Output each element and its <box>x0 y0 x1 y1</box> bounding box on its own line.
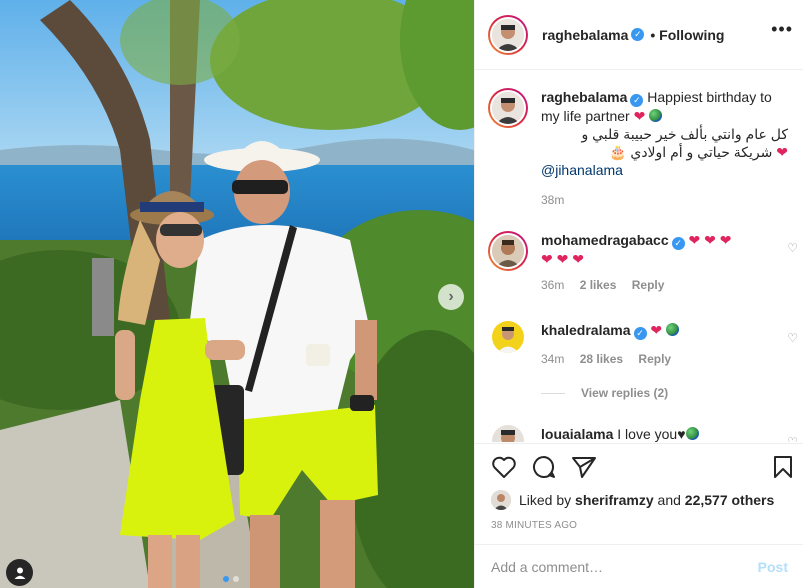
bookmark-icon[interactable] <box>771 455 795 479</box>
comment-hearts-line-2: ❤ ❤ ❤ <box>541 251 584 267</box>
comment-meta: 34m 28 likes Reply <box>541 352 788 366</box>
comment-like-heart-icon[interactable]: ♡ <box>787 435 798 442</box>
comment-reply-button[interactable]: Reply <box>632 278 665 292</box>
caption-time: 38m <box>541 193 565 207</box>
comment-item: mohamedragabacc ✓ ❤ ❤ ❤ ❤ ❤ ❤ 36m 2 likes… <box>488 231 798 292</box>
post-action-bar <box>475 443 803 491</box>
comment-username[interactable]: louaialama <box>541 426 613 442</box>
caption-meta: 38m <box>541 193 788 207</box>
commenter-avatar[interactable] <box>492 425 524 442</box>
carousel-dot <box>233 576 239 582</box>
post-photo[interactable]: › <box>0 0 474 588</box>
carousel-dots <box>223 576 239 582</box>
caption-mention-link[interactable]: @jihanalama <box>541 162 623 178</box>
add-comment-bar: Post <box>475 544 803 588</box>
caption: raghebalama ✓ Happiest birthday to my lif… <box>488 88 788 207</box>
liked-by-summary: Liked by sheriframzy and 22,577 others <box>491 490 774 510</box>
paper-plane-icon[interactable] <box>571 455 597 479</box>
red-heart-emoji-icon: ❤ <box>776 144 788 160</box>
carousel-dot-active <box>223 576 229 582</box>
person-tag-icon <box>14 567 25 579</box>
tagged-people-button[interactable] <box>6 559 33 586</box>
comment-time: 36m <box>541 278 565 292</box>
red-heart-emoji-icon: ❤ <box>633 108 646 124</box>
liker-avatar[interactable] <box>491 490 511 510</box>
comment-like-heart-icon[interactable]: ♡ <box>787 331 798 345</box>
comment-item: khaledralama ✓ ❤ 34m 28 likes Reply ♡ <box>488 321 798 366</box>
caption-arabic-line-1: كل عام وانتي بألف خير حبيبة قلبي و <box>581 126 788 142</box>
replies-divider-line <box>541 392 565 394</box>
globe-emoji-icon <box>649 109 663 122</box>
post-side-panel: raghebalama ✓ • Following ••• raghebalam… <box>474 0 803 588</box>
cake-emoji-icon: 🎂 <box>609 144 627 160</box>
heart-outline-icon[interactable] <box>491 455 517 479</box>
caption-arabic-line-2: ❤ شريكة حياتي و أم اولادي 🎂 <box>541 143 788 161</box>
more-options-icon[interactable]: ••• <box>771 20 793 38</box>
commenter-avatar[interactable] <box>488 231 528 271</box>
liked-by-user-link[interactable]: sheriframzy <box>575 492 654 508</box>
next-photo-button[interactable]: › <box>438 284 464 310</box>
add-comment-input[interactable] <box>491 558 758 575</box>
author-username[interactable]: raghebalama <box>542 27 628 43</box>
comment-hearts-line-1: ❤ ❤ ❤ <box>688 232 732 248</box>
comment-username[interactable]: mohamedragabacc <box>541 232 669 248</box>
globe-emoji-icon <box>666 323 680 336</box>
caption-username[interactable]: raghebalama <box>541 89 627 105</box>
author-avatar[interactable] <box>488 14 528 55</box>
following-button[interactable]: • Following <box>650 27 724 43</box>
post-time-ago[interactable]: 38 MINUTES AGO <box>491 520 577 531</box>
comment-item: louaialama I love you♥ ♡ <box>488 425 798 442</box>
liked-others-link[interactable]: 22,577 others <box>685 492 775 508</box>
view-replies-button[interactable]: View replies (2) <box>541 386 668 400</box>
verified-badge-icon: ✓ <box>630 94 644 107</box>
verified-badge-icon: ✓ <box>671 237 685 250</box>
verified-badge-icon: ✓ <box>631 28 645 41</box>
comment-text: I love you <box>617 426 678 442</box>
comment-username[interactable]: khaledralama <box>541 322 631 338</box>
comment-likes-count[interactable]: 28 likes <box>580 352 623 366</box>
photo-scene <box>0 0 474 588</box>
comment-text: ❤ <box>650 322 663 338</box>
comment-time: 34m <box>541 352 565 366</box>
liked-by-prefix: Liked by <box>519 492 572 508</box>
comment-reply-button[interactable]: Reply <box>638 352 671 366</box>
caption-author-avatar[interactable] <box>488 88 528 128</box>
verified-badge-icon: ✓ <box>633 327 647 340</box>
commenter-avatar[interactable] <box>492 321 524 353</box>
globe-emoji-icon <box>685 427 699 440</box>
comment-bubble-icon[interactable] <box>531 455 557 479</box>
chevron-right-icon: › <box>448 288 454 305</box>
liked-and: and <box>657 492 681 508</box>
comment-likes-count[interactable]: 2 likes <box>580 278 617 292</box>
black-heart-emoji-icon: ♥ <box>677 426 686 442</box>
comment-meta: 36m 2 likes Reply <box>541 278 788 292</box>
comment-like-heart-icon[interactable]: ♡ <box>787 241 798 255</box>
comments-section[interactable]: raghebalama ✓ Happiest birthday to my lif… <box>475 71 803 442</box>
view-replies-label: View replies (2) <box>581 386 669 400</box>
post-comment-button[interactable]: Post <box>758 559 788 575</box>
caption-arabic-line-2-text: شريكة حياتي و أم اولادي <box>630 144 773 160</box>
post-header: raghebalama ✓ • Following ••• <box>475 0 803 70</box>
